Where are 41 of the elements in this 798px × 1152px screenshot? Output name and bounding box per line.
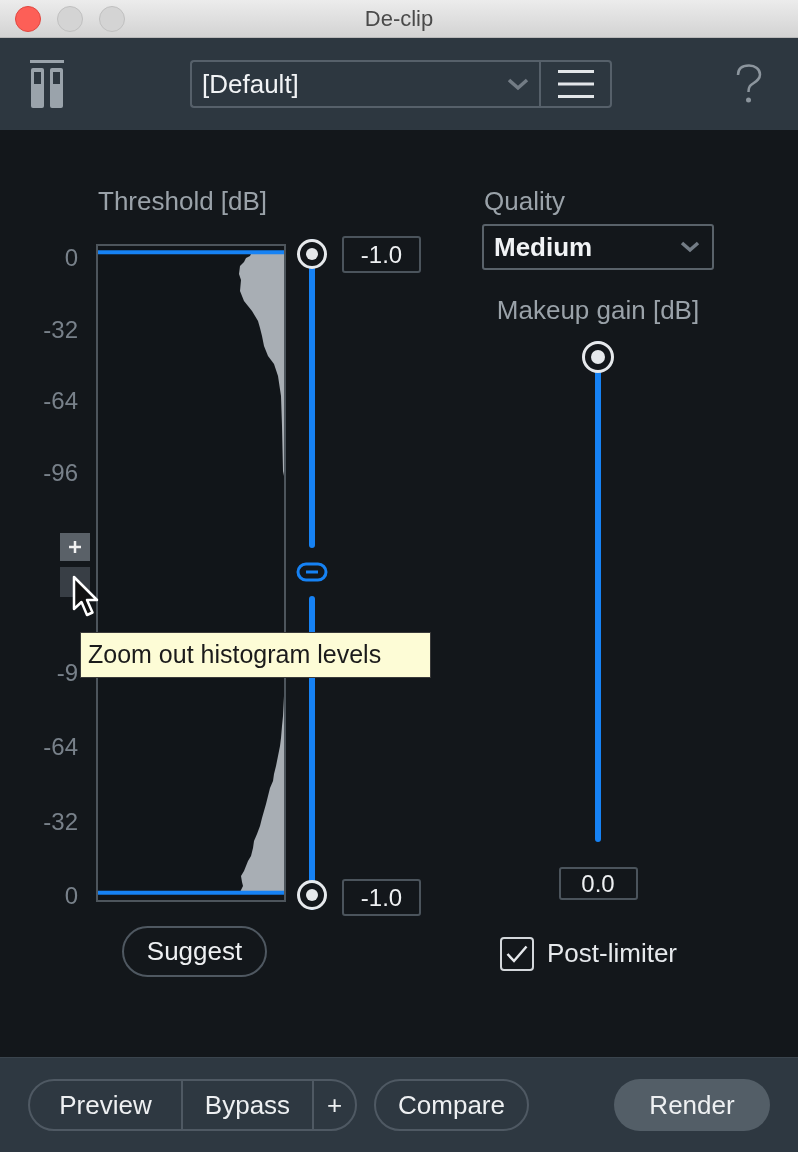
link-icon[interactable] [296,562,328,582]
window-title: De-clip [364,5,434,33]
help-icon[interactable] [736,64,762,104]
tooltip: Zoom out histogram levels [80,632,431,678]
axis-label: 0 [64,881,78,911]
axis-label: -9 [56,658,78,688]
quality-dropdown[interactable]: Medium [482,224,714,270]
zoom-in-button[interactable] [60,533,90,561]
quality-label: Quality [484,186,565,216]
threshold-value-field[interactable]: -1.0 [342,879,421,916]
axis-label: -64 [43,386,78,417]
post-limiter-label: Post-limiter [547,937,677,970]
makeup-gain-label: Makeup gain [dB] [496,295,700,325]
slider-thumb[interactable] [582,341,614,373]
compare-button[interactable]: Compare [374,1079,529,1131]
menu-icon [557,70,594,98]
close-button[interactable] [15,5,41,32]
preview-button[interactable]: Preview [30,1081,183,1129]
axis-label: -32 [43,806,78,837]
render-button[interactable]: Render [614,1079,770,1131]
plus-icon [69,541,81,553]
makeup-gain-value-field[interactable]: 0.0 [558,867,638,900]
chevron-down-icon [680,241,700,253]
threshold-value-field[interactable]: -1.0 [342,236,421,273]
menu-button[interactable] [539,60,612,108]
axis-label: -96 [43,457,78,488]
preset-dropdown[interactable]: [Default] [190,60,539,108]
slider-track[interactable] [582,341,614,842]
slider-thumb[interactable] [297,880,327,911]
post-limiter-checkbox[interactable] [500,936,534,971]
bypass-button[interactable]: Bypass [183,1081,314,1129]
threshold-label: Threshold [dB] [98,186,268,216]
check-icon [506,944,528,963]
add-button[interactable]: + [314,1081,355,1129]
axis-label: 0 [64,243,78,273]
slider-thumb[interactable] [297,238,327,269]
axis-label: -32 [43,314,78,345]
channel-bars-icon[interactable] [30,60,64,108]
suggest-button[interactable]: Suggest [122,926,267,977]
chevron-down-icon [507,77,529,91]
axis-label: -64 [43,732,78,763]
